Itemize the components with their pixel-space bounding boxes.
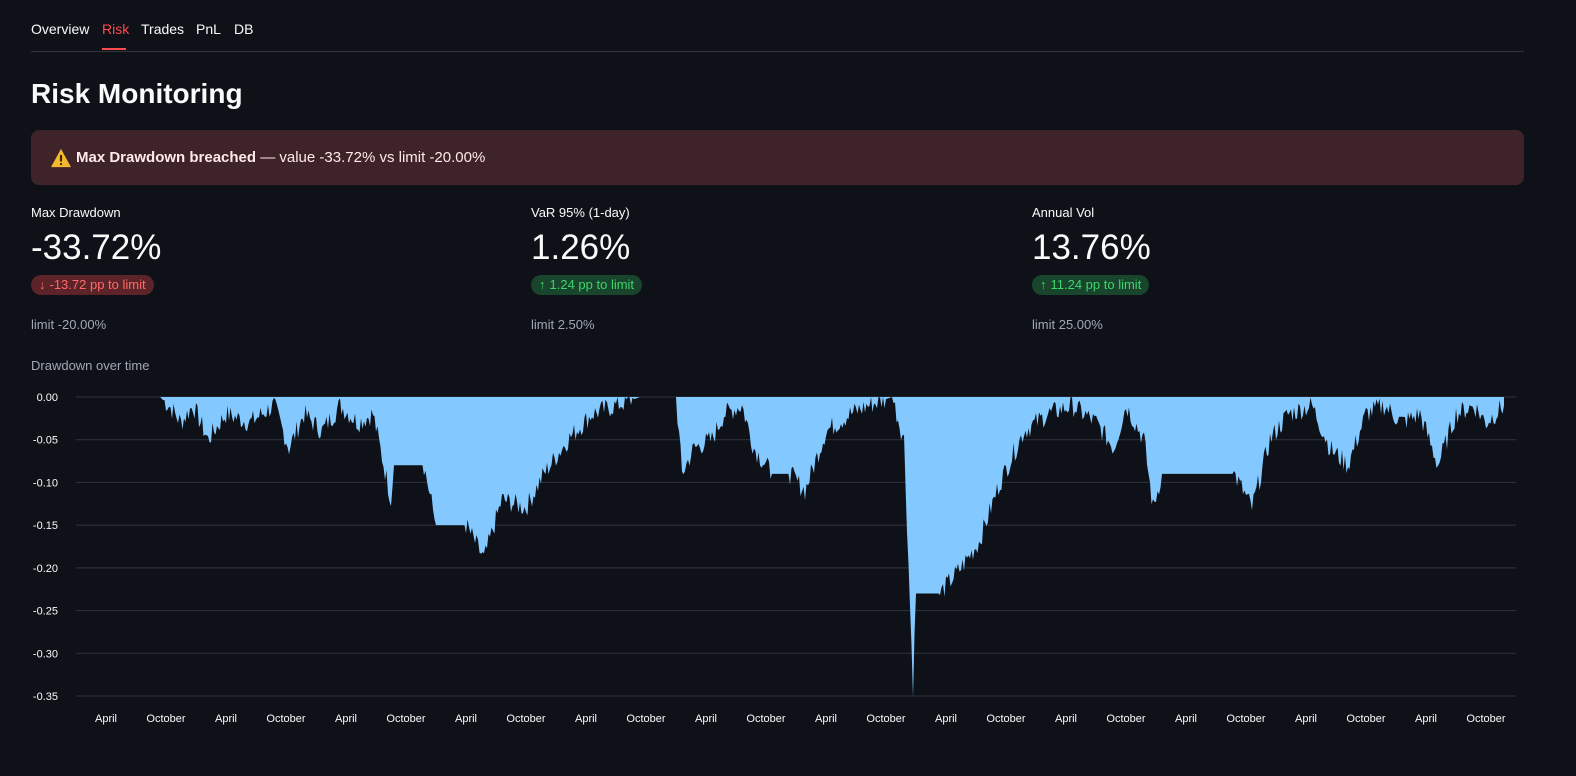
active-tab-underline — [102, 48, 126, 50]
x-tick-label: October — [1106, 713, 1145, 725]
x-tick-label: October — [626, 713, 665, 725]
metric-delta-text: -13.72 pp to limit — [49, 277, 146, 292]
metric-label: Annual Vol — [1032, 205, 1095, 220]
y-tick-label: -0.05 — [33, 435, 58, 447]
x-tick-label: October — [266, 713, 305, 725]
metric-var-95: VaR 95% (1-day) 1.26% ↑ 1.24 pp to limit… — [531, 205, 1011, 332]
x-tick-label: April — [215, 713, 237, 725]
metric-label: VaR 95% (1-day) — [531, 205, 630, 220]
tab-db[interactable]: DB — [234, 21, 253, 37]
arrow-up-icon: ↑ — [1040, 277, 1047, 292]
y-tick-label: -0.20 — [33, 563, 58, 575]
x-tick-label: April — [575, 713, 597, 725]
metric-limit: limit -20.00% — [31, 317, 107, 332]
arrow-up-icon: ↑ — [539, 277, 546, 292]
tab-bar: Overview Risk Trades PnL DB — [31, 18, 1524, 52]
y-tick-label: -0.10 — [33, 477, 58, 489]
tab-risk[interactable]: Risk — [102, 21, 129, 37]
metric-value: -33.72% — [31, 228, 162, 267]
metric-value: 1.26% — [531, 228, 631, 267]
x-tick-label: October — [386, 713, 425, 725]
metric-delta-badge: ↑ 1.24 pp to limit — [531, 275, 643, 295]
x-tick-label: April — [935, 713, 957, 725]
metric-annual-vol: Annual Vol 13.76% ↑ 11.24 pp to limit li… — [1032, 205, 1512, 332]
metric-delta-badge: ↓ -13.72 pp to limit — [31, 275, 154, 295]
x-tick-label: April — [1175, 713, 1197, 725]
tab-trades[interactable]: Trades — [141, 21, 184, 37]
y-tick-label: -0.30 — [33, 648, 58, 660]
x-tick-label: April — [455, 713, 477, 725]
metric-delta-badge: ↑ 11.24 pp to limit — [1032, 275, 1150, 295]
metric-max-drawdown: Max Drawdown -33.72% ↓ -13.72 pp to limi… — [31, 205, 511, 332]
x-tick-label: October — [746, 713, 785, 725]
metric-value: 13.76% — [1032, 228, 1151, 267]
page-title: Risk Monitoring — [31, 78, 243, 109]
metric-label: Max Drawdown — [31, 205, 121, 220]
metric-delta-text: 1.24 pp to limit — [549, 277, 635, 292]
y-tick-label: -0.35 — [33, 691, 58, 703]
x-tick-label: April — [95, 713, 117, 725]
metric-limit: limit 2.50% — [531, 317, 595, 332]
drawdown-area-chart: 0.00 -0.05 -0.10 -0.15 -0.20 -0.25 -0.30 -0.35 A… — [33, 392, 1516, 725]
y-tick-label: 0.00 — [37, 392, 58, 404]
x-tick-label: April — [815, 713, 837, 725]
breach-alert: Max Drawdown breached — value -33.72% vs… — [31, 130, 1524, 185]
y-tick-label: -0.15 — [33, 520, 58, 532]
x-tick-label: October — [1346, 713, 1385, 725]
metric-delta-text: 11.24 pp to limit — [1050, 277, 1142, 292]
y-tick-label: -0.25 — [33, 606, 58, 618]
x-tick-label: April — [695, 713, 717, 725]
tab-overview[interactable]: Overview — [31, 21, 89, 37]
x-tick-label: October — [866, 713, 905, 725]
x-tick-label: April — [1055, 713, 1077, 725]
x-tick-label: October — [1226, 713, 1265, 725]
x-tick-label: April — [335, 713, 357, 725]
arrow-down-icon: ↓ — [39, 277, 46, 292]
alert-message: Max Drawdown breached — value -33.72% vs… — [76, 149, 485, 166]
chart-title: Drawdown over time — [31, 358, 150, 373]
alert-title: Max Drawdown breached — [76, 149, 257, 166]
x-tick-label: October — [1466, 713, 1505, 725]
warning-icon — [51, 148, 71, 167]
metric-limit: limit 25.00% — [1032, 317, 1103, 332]
x-tick-label: October — [986, 713, 1025, 725]
x-tick-label: April — [1415, 713, 1437, 725]
x-tick-label: October — [506, 713, 545, 725]
alert-detail: — value -33.72% vs limit -20.00% — [256, 149, 486, 166]
x-tick-label: April — [1295, 713, 1317, 725]
x-tick-label: October — [146, 713, 185, 725]
drawdown-area — [76, 397, 1504, 698]
tab-pnl[interactable]: PnL — [196, 21, 221, 37]
